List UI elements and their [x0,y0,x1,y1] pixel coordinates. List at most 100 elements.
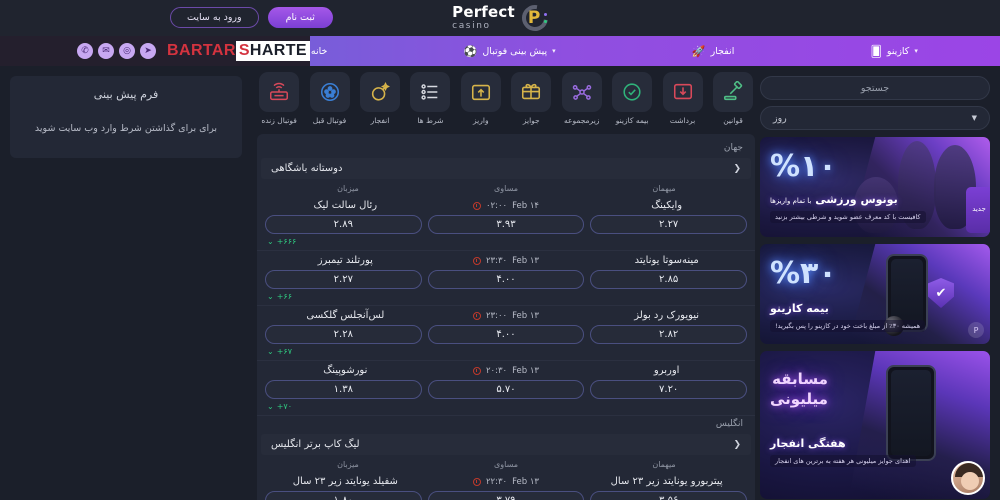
country-label: جهان [723,143,743,153]
telegram-icon[interactable]: ➤ [140,43,157,59]
match-row[interactable]: اوربرو ۲۰:۳۰ Feb ۱۳ نورشوپینگ ۷.۲۰ ۵.۷۰ ۱.۳۸ ⌄ +… [257,361,755,416]
bonus-percent: %۱۰ [770,149,838,184]
category-insurance-shield[interactable]: بیمه کازینو [610,72,654,125]
matches-board: جهان ❮ دوستانه باشگاهی میهمان مساوی میزبان وای… [257,134,755,500]
column-headers: میهمان مساوی میزبان [257,179,755,196]
category-label: فوتبال قبل [312,116,347,125]
odd-host[interactable]: ۲.۲۸ [264,325,422,344]
category-label: جوایز [522,116,540,125]
clock-icon [472,366,481,375]
chevron-down-icon: ⌄ [267,292,274,301]
nav-item-football-prediction[interactable]: ▾ پیش بینی فوتبال ⚽ [464,46,556,57]
odd-draw[interactable]: ۵.۷۰ [427,380,585,399]
banner-headline: هفتگی انفجار [770,437,846,450]
category-withdraw[interactable]: برداشت [661,72,705,125]
instagram-icon[interactable]: ◎ [119,43,136,59]
more-markets[interactable]: ⌄ +۶۷ [265,344,747,360]
contest-title-line2: میلیونی [770,390,828,409]
signup-button[interactable]: ثبت نام [267,7,333,28]
match-row[interactable]: مینه‌سوتا یونایتد ۲۳:۳۰ Feb ۱۳ پورتلند تیمب… [257,251,755,306]
search-input[interactable]: جستجو [760,76,990,100]
support-agent-avatar[interactable] [951,461,985,495]
whatsapp-icon[interactable]: ✆ [77,43,94,59]
odd-guest[interactable]: ۳.۵۶ [590,491,747,500]
league-row[interactable]: ❮ لیگ کاپ برتر انگلیس [261,434,751,455]
category-strip: قوانین برداشت بیمه کازینو زیرمجموعه جوایز وار… [257,72,755,125]
category-label: واریز [473,116,489,125]
odd-host[interactable]: ۱.۳۸ [264,380,422,399]
category-label: بیمه کازینو [615,116,649,125]
brand: P Perfect casino [452,0,553,37]
league-name: لیگ کاپ برتر انگلیس [271,439,360,450]
logo-badge-icon: P [968,322,984,338]
sports-bonus-banner[interactable]: %۱۰ بونوس ورزشی با تمام واریزها کافیست ب… [760,137,990,237]
gift-icon [511,72,552,112]
sharte-bartar-logo[interactable]: SHARTE BARTAR [165,41,310,61]
category-crash-bomb[interactable]: انفجار [358,72,402,125]
contest-title-line1: مسابقه [772,370,828,388]
prematch-ball-icon [309,72,350,112]
more-markets[interactable]: ⌄ +۷۰ [265,399,747,415]
live-football-icon [259,72,300,112]
category-deposit[interactable]: واریز [459,72,503,125]
category-network[interactable]: زیرمجموعه [560,72,604,125]
more-markets-count: +۶۷ [276,347,292,356]
banner-headline-main: بونوس ورزشی [815,193,898,206]
banner-headline: بیمه کازینو [770,302,829,315]
odd-host[interactable]: ۲.۸۹ [264,215,422,234]
category-live-football[interactable]: فوتبال زنده [257,72,301,125]
more-markets[interactable]: ⌄ +۶۶ [265,289,747,305]
odd-draw[interactable]: ۴.۰۰ [427,270,585,289]
match-row[interactable]: پیتربورو یونایتد زیر ۲۳ سال ۲۲:۳۰ Feb ۱۳ شف… [257,472,755,500]
banner-subtext: همیشه ۳۰٪ از مبلغ باخت خود در کازینو را … [770,320,926,332]
match-datetime: ۰۲:۰۰ Feb ۱۴ [426,201,587,211]
odd-host[interactable]: ۱.۸۰ [264,491,422,500]
rocket-icon: 🚀 [691,44,706,58]
nav-item-casino[interactable]: ▾ کازینو 🂠 [871,46,918,57]
odd-draw[interactable]: ۳.۷۹ [427,491,585,500]
chevron-down-icon: ⌄ [267,402,274,411]
weekly-crash-contest-banner[interactable]: مسابقه میلیونی هفتگی انفجار اهدای جوایز … [760,351,990,499]
perfect-casino-logo-icon: P [516,0,553,37]
odd-guest[interactable]: ۷.۲۰ [590,380,747,399]
social-links: ➤ ◎ ✉ ✆ [77,43,157,59]
chevron-left-icon[interactable]: ❮ [733,440,741,450]
odd-draw[interactable]: ۳.۹۳ [427,215,585,234]
banner-side-tab[interactable]: جدید [966,187,990,233]
category-gavel[interactable]: قوانین [711,72,755,125]
category-prematch-ball[interactable]: فوتبال قبل [308,72,352,125]
chevron-down-icon: ⌄ [267,237,274,246]
category-bet-list[interactable]: شرط ها [408,72,452,125]
login-button[interactable]: ورود به سایت [170,7,259,28]
cards-icon: 🂠 [870,44,882,58]
guest-team-name: نیویورک رد بولز [634,310,700,321]
host-team-name: نورشوپینگ [323,365,368,376]
match-row[interactable]: نیویورک رد بولز ۲۳:۰۰ Feb ۱۳ لس‌آنجلس گلکسی… [257,306,755,361]
category-gift[interactable]: جوایز [509,72,553,125]
nav-items: ▾ کازینو 🂠 انفجار 🚀 ▾ پیش بینی فوتبال ⚽ … [210,36,1000,66]
odd-guest[interactable]: ۲.۸۲ [590,325,747,344]
host-team-name: پورتلند تیمبرز [317,255,373,266]
banner-subtext: کافیست با کد معرف عضو شوید و شرطی بیشتر … [770,211,926,223]
day-filter-select[interactable]: ▼ روز [760,106,990,130]
match-row[interactable]: وایکینگ ۰۲:۰۰ Feb ۱۴ رئال سالت لیک ۲.۲۷ ۳.۹۳ ۲… [257,196,755,251]
nav-item-crash[interactable]: انفجار 🚀 [692,46,734,57]
email-icon[interactable]: ✉ [98,43,115,59]
casino-insurance-banner[interactable]: ✔ %۳۰ بیمه کازینو همیشه ۳۰٪ از مبلغ باخت… [760,244,990,344]
more-markets[interactable]: ⌄ +۶۶۶ [265,234,747,250]
clock-icon [472,201,481,210]
crash-bomb-icon [359,72,400,112]
odd-draw[interactable]: ۴.۰۰ [427,325,585,344]
sharte-bartar-logo-area: SHARTE BARTAR ➤ ◎ ✉ ✆ [0,36,310,66]
odd-guest[interactable]: ۲.۲۷ [590,215,747,234]
chevron-left-icon[interactable]: ❮ [733,164,741,174]
host-team-name: رئال سالت لیک [313,200,378,211]
league-row[interactable]: ❮ دوستانه باشگاهی [261,158,751,179]
odd-guest[interactable]: ۲.۸۵ [590,270,747,289]
clock-icon [472,256,481,265]
logo-first-letter: S [238,42,250,59]
host-team-name: شفیلد یونایتد زیر ۲۳ سال [292,476,398,487]
withdraw-icon [662,72,703,112]
match-time: ۲۲:۳۰ [485,476,508,487]
odd-host[interactable]: ۲.۲۷ [264,270,422,289]
